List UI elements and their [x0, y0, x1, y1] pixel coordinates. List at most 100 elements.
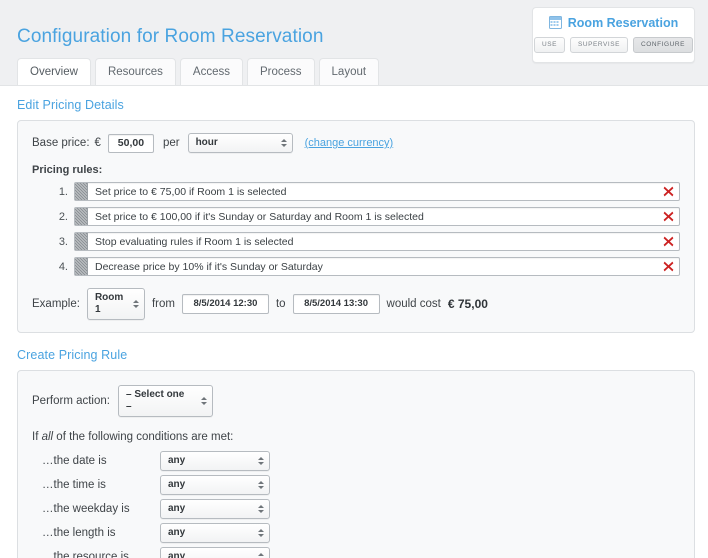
change-currency-link[interactable]: (change currency): [305, 137, 394, 149]
conditions-suffix: of the following conditions are met:: [53, 431, 233, 443]
rule-field[interactable]: Set price to € 100,00 if it's Sunday or …: [74, 207, 680, 226]
condition-value-length: any: [168, 527, 185, 538]
example-from-input[interactable]: 8/5/2014 12:30: [182, 294, 269, 314]
app-button-supervise[interactable]: SUPERVISE: [570, 37, 628, 53]
perform-action-select[interactable]: – Select one –: [118, 385, 213, 417]
condition-label-weekday: …the weekday is: [42, 503, 152, 515]
rule-text: Stop evaluating rules if Room 1 is selec…: [88, 233, 657, 250]
page-title: Configuration for Room Reservation: [17, 26, 324, 48]
base-price-label: Base price:: [32, 137, 90, 149]
tab-layout[interactable]: Layout: [319, 58, 380, 85]
condition-value-resource: any: [168, 551, 185, 558]
condition-value-weekday: any: [168, 503, 185, 514]
rule-field[interactable]: Stop evaluating rules if Room 1 is selec…: [74, 232, 680, 251]
example-row: Example: Room 1 from 8/5/2014 12:30 to 8…: [32, 288, 680, 320]
per-unit-select[interactable]: hour: [188, 133, 293, 153]
app-button-use[interactable]: USE: [534, 37, 565, 53]
per-unit-select-value: hour: [196, 137, 218, 148]
delete-rule-button[interactable]: [657, 233, 679, 250]
app-button-configure[interactable]: CONFIGURE: [633, 37, 693, 53]
select-arrows-icon: [133, 300, 139, 308]
rule-number: 3.: [52, 236, 68, 248]
condition-select-date[interactable]: any: [160, 451, 270, 471]
delete-rule-button[interactable]: [657, 183, 679, 200]
table-row: 2. Set price to € 100,00 if it's Sunday …: [32, 207, 680, 226]
drag-handle-icon[interactable]: [75, 233, 88, 250]
app-widget-name: Room Reservation: [568, 16, 678, 30]
rule-number: 1.: [52, 186, 68, 198]
rule-number: 2.: [52, 211, 68, 223]
select-arrows-icon: [258, 457, 264, 465]
pricing-rules-label: Pricing rules:: [32, 164, 680, 176]
list-item: …the time is any: [32, 475, 680, 495]
table-row: 4. Decrease price by 10% if it's Sunday …: [32, 257, 680, 276]
condition-value-date: any: [168, 455, 185, 466]
conditions-prefix: If: [32, 431, 42, 443]
list-item: …the weekday is any: [32, 499, 680, 519]
drag-handle-icon[interactable]: [75, 258, 88, 275]
base-price-input[interactable]: 50,00: [108, 134, 154, 153]
list-item: …the resource is any: [32, 547, 680, 558]
page-header: Configuration for Room Reservation: [0, 0, 708, 85]
per-label: per: [163, 137, 180, 149]
red-x-icon: [663, 261, 674, 272]
rule-field[interactable]: Decrease price by 10% if it's Sunday or …: [74, 257, 680, 276]
pricing-rules-list: 1. Set price to € 75,00 if Room 1 is sel…: [32, 182, 680, 276]
tab-resources[interactable]: Resources: [95, 58, 176, 85]
rule-text: Decrease price by 10% if it's Sunday or …: [88, 258, 657, 275]
select-arrows-icon: [281, 139, 287, 147]
example-resource-value: Room 1: [95, 292, 123, 315]
delete-rule-button[interactable]: [657, 258, 679, 275]
tab-access[interactable]: Access: [180, 58, 243, 85]
app-widget-header: Room Reservation: [533, 8, 694, 34]
red-x-icon: [663, 186, 674, 197]
condition-label-resource: …the resource is: [42, 551, 152, 558]
condition-select-time[interactable]: any: [160, 475, 270, 495]
list-item: …the length is any: [32, 523, 680, 543]
tab-process[interactable]: Process: [247, 58, 315, 85]
list-item: …the date is any: [32, 451, 680, 471]
drag-handle-icon[interactable]: [75, 208, 88, 225]
example-to-input[interactable]: 8/5/2014 13:30: [293, 294, 380, 314]
section-title-edit-pricing: Edit Pricing Details: [17, 98, 708, 112]
example-cost-label: would cost: [387, 298, 441, 310]
rule-text: Set price to € 75,00 if Room 1 is select…: [88, 183, 657, 200]
app-widget: Room Reservation USE SUPERVISE CONFIGURE: [532, 7, 695, 63]
delete-rule-button[interactable]: [657, 208, 679, 225]
rule-text: Set price to € 100,00 if it's Sunday or …: [88, 208, 657, 225]
select-arrows-icon: [258, 553, 264, 558]
condition-label-length: …the length is: [42, 527, 152, 539]
content-sheet: Edit Pricing Details Base price: € 50,00…: [0, 85, 708, 558]
create-rule-panel: Perform action: – Select one – If all of…: [17, 370, 695, 558]
red-x-icon: [663, 211, 674, 222]
rule-number: 4.: [52, 261, 68, 273]
app-widget-buttons: USE SUPERVISE CONFIGURE: [533, 37, 694, 53]
select-arrows-icon: [258, 505, 264, 513]
drag-handle-icon[interactable]: [75, 183, 88, 200]
section-title-create-rule: Create Pricing Rule: [17, 348, 708, 362]
example-from-label: from: [152, 298, 175, 310]
perform-action-row: Perform action: – Select one –: [32, 385, 680, 417]
select-arrows-icon: [201, 397, 207, 405]
example-resource-select[interactable]: Room 1: [87, 288, 145, 320]
conditions-list: …the date is any …the time is any …the w…: [32, 451, 680, 558]
rule-field[interactable]: Set price to € 75,00 if Room 1 is select…: [74, 182, 680, 201]
conditions-emphasis: all: [42, 431, 54, 443]
currency-symbol: €: [95, 137, 101, 149]
table-row: 3. Stop evaluating rules if Room 1 is se…: [32, 232, 680, 251]
calendar-grid-icon: [549, 16, 562, 29]
red-x-icon: [663, 236, 674, 247]
perform-action-value: – Select one –: [126, 389, 184, 412]
perform-action-label: Perform action:: [32, 395, 110, 407]
condition-select-length[interactable]: any: [160, 523, 270, 543]
conditions-heading: If all of the following conditions are m…: [32, 431, 680, 443]
tab-overview[interactable]: Overview: [17, 58, 91, 85]
select-arrows-icon: [258, 481, 264, 489]
table-row: 1. Set price to € 75,00 if Room 1 is sel…: [32, 182, 680, 201]
app-page: Configuration for Room Reservation: [0, 0, 708, 558]
condition-label-date: …the date is: [42, 455, 152, 467]
condition-label-time: …the time is: [42, 479, 152, 491]
condition-select-weekday[interactable]: any: [160, 499, 270, 519]
condition-select-resource[interactable]: any: [160, 547, 270, 558]
example-label: Example:: [32, 298, 80, 310]
